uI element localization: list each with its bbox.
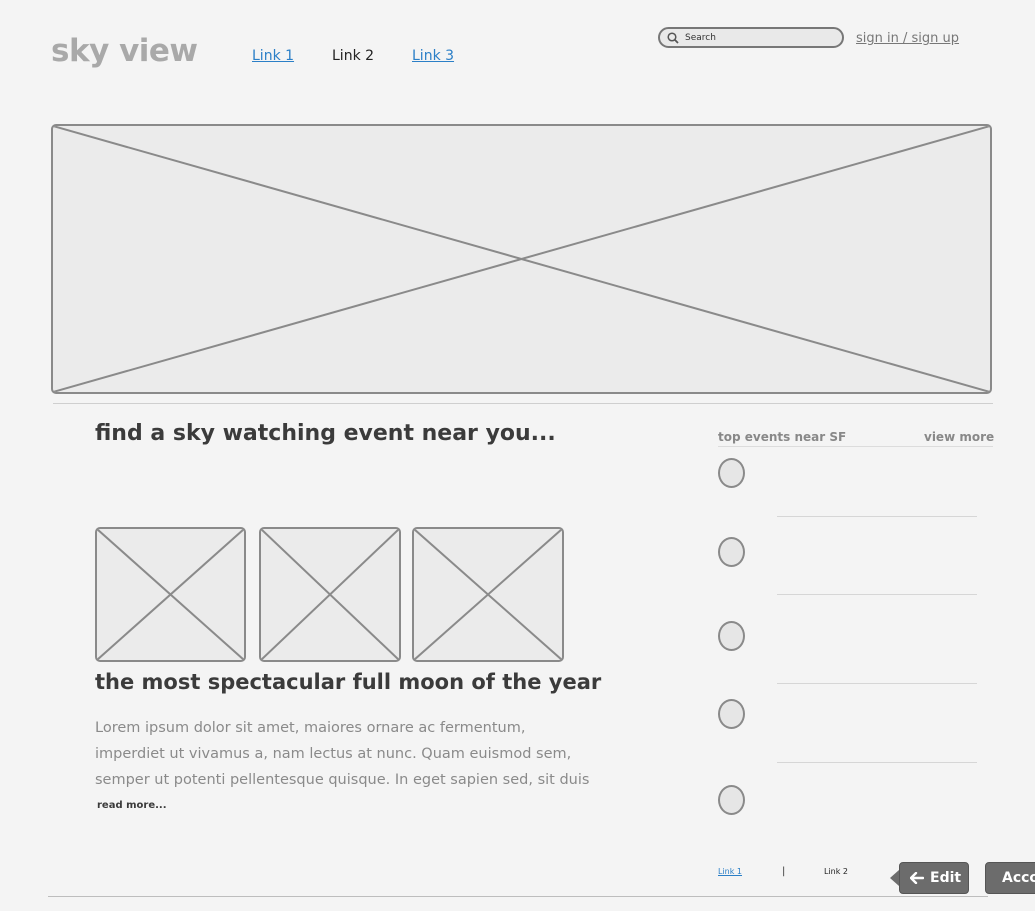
footer-separator: |	[782, 866, 786, 877]
image-placeholder-icon	[261, 529, 399, 660]
edit-button[interactable]: Edit	[899, 862, 969, 894]
edit-button-notch	[890, 870, 899, 886]
search-box[interactable]	[658, 27, 844, 48]
nav-link-3[interactable]: Link 3	[412, 48, 454, 64]
view-more-link[interactable]: view more	[924, 430, 994, 444]
event-separator	[777, 516, 977, 517]
event-separator	[777, 683, 977, 684]
nav-link-1[interactable]: Link 1	[252, 48, 294, 64]
event-avatar[interactable]	[718, 785, 745, 815]
footer-divider	[48, 896, 988, 897]
section-heading: find a sky watching event near you...	[95, 421, 556, 446]
edit-button-label: Edit	[930, 870, 962, 886]
thumbnail-placeholder[interactable]	[259, 527, 401, 662]
read-more-link[interactable]: read more...	[97, 800, 167, 811]
search-input[interactable]	[685, 32, 825, 43]
event-avatar[interactable]	[718, 621, 745, 651]
thumbnail-placeholder[interactable]	[95, 527, 246, 662]
footer-link-1[interactable]: Link 1	[718, 867, 742, 876]
event-separator	[777, 762, 977, 763]
image-placeholder-icon	[414, 529, 562, 660]
divider	[53, 403, 993, 404]
event-avatar[interactable]	[718, 458, 745, 488]
event-avatar[interactable]	[718, 537, 745, 567]
sidebar-divider	[718, 446, 993, 447]
image-placeholder-icon	[97, 529, 244, 660]
event-separator	[777, 594, 977, 595]
image-placeholder-icon	[53, 126, 990, 392]
footer-link-2[interactable]: Link 2	[824, 867, 848, 876]
search-icon	[667, 31, 679, 44]
sidebar-title: top events near SF	[718, 430, 847, 444]
site-logo[interactable]: sky view	[51, 33, 198, 69]
nav-link-2[interactable]: Link 2	[332, 48, 374, 64]
signin-link[interactable]: sign in / sign up	[856, 31, 959, 46]
thumbnail-placeholder[interactable]	[412, 527, 564, 662]
article-title: the most spectacular full moon of the ye…	[95, 670, 602, 694]
article-body: Lorem ipsum dolor sit amet, maiores orna…	[95, 720, 590, 788]
hero-image-placeholder	[51, 124, 992, 394]
arrow-left-icon	[910, 872, 924, 884]
account-button[interactable]: Account	[985, 862, 1035, 894]
event-avatar[interactable]	[718, 699, 745, 729]
